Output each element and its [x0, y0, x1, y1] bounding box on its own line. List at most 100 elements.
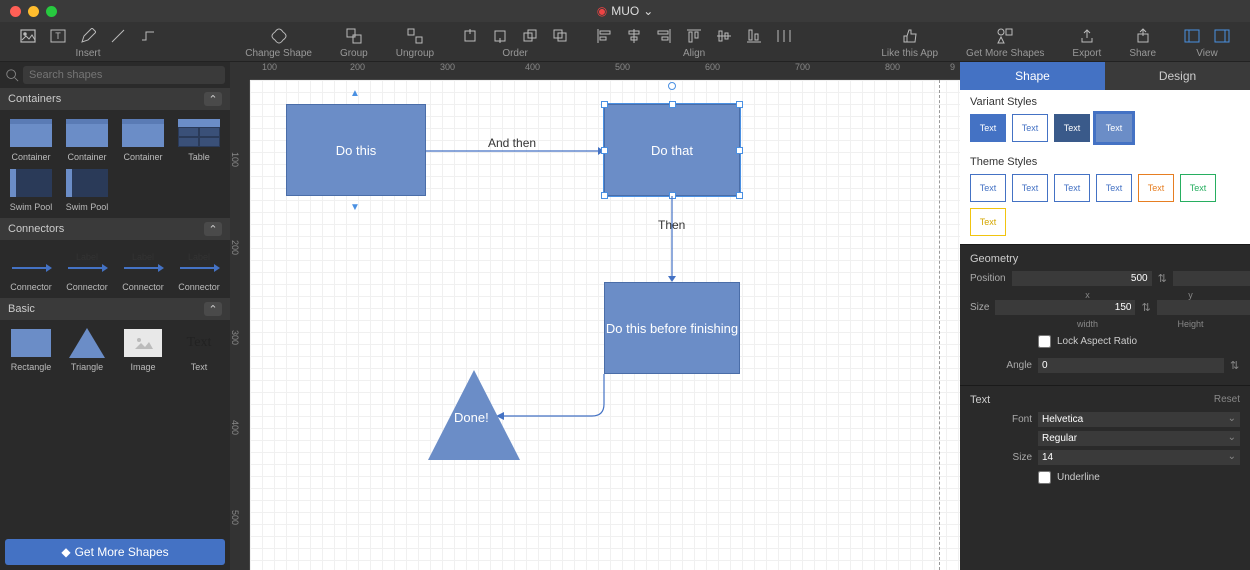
position-y-input[interactable] [1173, 271, 1250, 286]
shape-table[interactable]: Table [172, 116, 226, 162]
distribute-h-icon[interactable] [776, 28, 792, 44]
reset-text-button[interactable]: Reset [1214, 394, 1240, 405]
theme-style-7[interactable]: Text [970, 208, 1006, 236]
insert-text-icon[interactable]: T [50, 28, 66, 44]
theme-style-1[interactable]: Text [970, 174, 1006, 202]
underline-checkbox[interactable] [1038, 471, 1051, 484]
group-icon[interactable] [346, 28, 362, 44]
align-top-icon[interactable] [686, 28, 702, 44]
shape-image[interactable]: Image [116, 326, 170, 372]
shape-connector-3[interactable]: LabelConnector [116, 246, 170, 292]
flowchart-node-do-that[interactable]: Do that [604, 104, 740, 196]
resize-handle[interactable] [669, 101, 676, 108]
bring-front-icon[interactable] [462, 28, 478, 44]
resize-handle[interactable] [601, 147, 608, 154]
send-back-icon[interactable] [492, 28, 508, 44]
variant-style-1[interactable]: Text [970, 114, 1006, 142]
shape-swimpool-2[interactable]: Swim Pool [60, 166, 114, 212]
view-sidebar-right-icon[interactable] [1214, 28, 1230, 44]
tab-design[interactable]: Design [1105, 62, 1250, 90]
resize-handle[interactable] [601, 192, 608, 199]
document-title-text: MUO [611, 4, 639, 18]
basic-section-header[interactable]: Basic ⌃ [0, 298, 230, 320]
chevron-up-icon: ⌃ [204, 302, 222, 316]
shape-container-1[interactable]: Container [4, 116, 58, 162]
suggest-arrow-up-icon[interactable]: ▲ [350, 88, 360, 99]
font-weight-select[interactable]: Regular [1038, 431, 1240, 446]
font-select[interactable]: Helvetica [1038, 412, 1240, 427]
resize-handle[interactable] [736, 101, 743, 108]
shape-rectangle[interactable]: Rectangle [4, 326, 58, 372]
insert-pencil-icon[interactable] [80, 28, 96, 44]
minimize-window-button[interactable] [28, 6, 39, 17]
insert-line-icon[interactable] [110, 28, 126, 44]
align-bottom-icon[interactable] [746, 28, 762, 44]
backward-icon[interactable] [552, 28, 568, 44]
theme-style-2[interactable]: Text [1012, 174, 1048, 202]
flowchart-node-before-finishing[interactable]: Do this before finishing [604, 282, 740, 374]
shape-triangle[interactable]: Triangle [60, 326, 114, 372]
resize-handle[interactable] [736, 192, 743, 199]
shape-connector-2[interactable]: LabelConnector [60, 246, 114, 292]
zoom-window-button[interactable] [46, 6, 57, 17]
document-title[interactable]: ◉ MUO ⌄ [597, 4, 654, 18]
more-shapes-icon[interactable] [997, 28, 1013, 44]
tab-shape[interactable]: Shape [960, 62, 1105, 90]
theme-style-6[interactable]: Text [1180, 174, 1216, 202]
theme-style-5[interactable]: Text [1138, 174, 1174, 202]
forward-icon[interactable] [522, 28, 538, 44]
stepper-icon[interactable]: ⇅ [1158, 272, 1167, 285]
shape-container-3[interactable]: Container [116, 116, 170, 162]
rotate-handle[interactable] [668, 82, 676, 90]
shape-connector-4[interactable]: LabelConnector [172, 246, 226, 292]
view-sidebar-left-icon[interactable] [1184, 28, 1200, 44]
export-icon[interactable] [1079, 28, 1095, 44]
resize-handle[interactable] [736, 147, 743, 154]
close-window-button[interactable] [10, 6, 21, 17]
suggest-arrow-down-icon[interactable]: ▼ [350, 202, 360, 213]
align-middle-icon[interactable] [716, 28, 732, 44]
share-icon[interactable] [1135, 28, 1151, 44]
stepper-icon[interactable]: ⇅ [1230, 359, 1240, 372]
theme-styles-title: Theme Styles [960, 150, 1250, 174]
stepper-icon[interactable]: ⇅ [1141, 301, 1150, 314]
font-size-select[interactable]: 14 [1038, 450, 1240, 465]
variant-style-2[interactable]: Text [1012, 114, 1048, 142]
order-label: Order [502, 48, 528, 59]
containers-section-header[interactable]: Containers ⌃ [0, 88, 230, 110]
edge-label-and-then[interactable]: And then [488, 136, 536, 150]
ungroup-icon[interactable] [407, 28, 423, 44]
align-right-icon[interactable] [656, 28, 672, 44]
theme-style-4[interactable]: Text [1096, 174, 1132, 202]
insert-image-icon[interactable] [20, 28, 36, 44]
canvas-area[interactable]: 100 200 300 400 500 600 700 800 9 100 20… [230, 62, 960, 570]
lock-aspect-checkbox[interactable] [1038, 335, 1051, 348]
align-center-h-icon[interactable] [626, 28, 642, 44]
variant-style-3[interactable]: Text [1054, 114, 1090, 142]
align-label: Align [683, 48, 705, 59]
shape-swimpool-1[interactable]: Swim Pool [4, 166, 58, 212]
height-input[interactable] [1157, 300, 1250, 315]
flowchart-node-do-this[interactable]: Do this [286, 104, 426, 196]
angle-input[interactable] [1038, 358, 1224, 373]
align-left-icon[interactable] [596, 28, 612, 44]
main-toolbar: T Insert Change Shape Group Ungroup Orde… [0, 22, 1250, 62]
resize-handle[interactable] [669, 192, 676, 199]
get-more-shapes-button[interactable]: ◆ Get More Shapes [5, 539, 225, 565]
width-input[interactable] [995, 300, 1135, 315]
shape-container-2[interactable]: Container [60, 116, 114, 162]
search-shapes-input[interactable] [23, 66, 225, 84]
insert-connector-icon[interactable] [140, 28, 156, 44]
shape-connector-1[interactable]: Connector [4, 246, 58, 292]
connectors-section-header[interactable]: Connectors ⌃ [0, 218, 230, 240]
edge-label-then[interactable]: Then [658, 218, 685, 232]
change-shape-icon[interactable] [271, 28, 287, 44]
shape-text[interactable]: TextText [172, 326, 226, 372]
theme-style-3[interactable]: Text [1054, 174, 1090, 202]
variant-style-4-selected[interactable]: Text [1096, 114, 1132, 142]
angle-label: Angle [970, 360, 1032, 371]
position-label: Position [970, 273, 1006, 284]
resize-handle[interactable] [601, 101, 608, 108]
position-x-input[interactable] [1012, 271, 1152, 286]
like-icon[interactable] [902, 28, 918, 44]
